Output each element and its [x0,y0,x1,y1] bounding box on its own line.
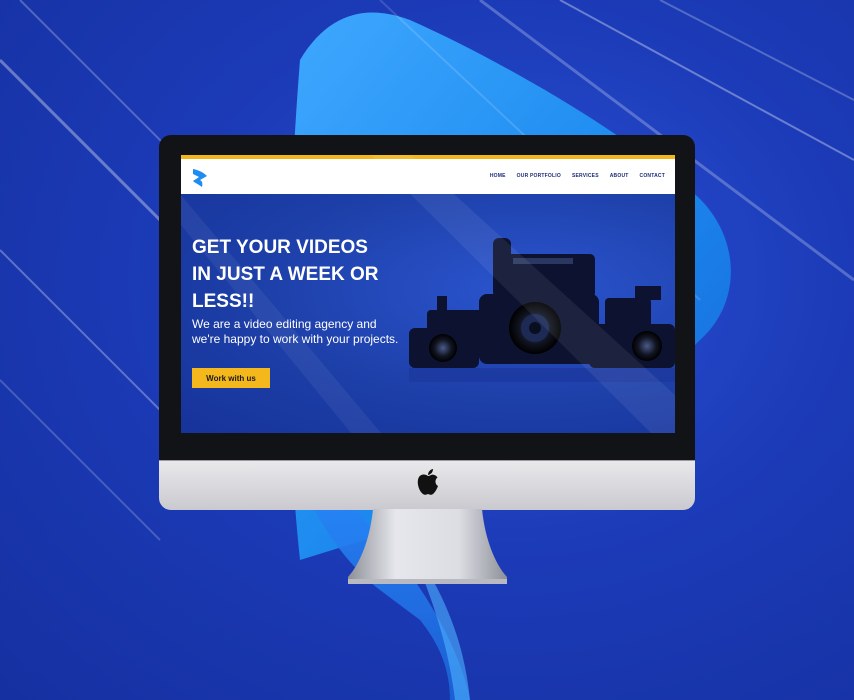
nav-services[interactable]: SERVICES [572,173,599,179]
nav-our-portfolio[interactable]: OUR PORTFOLIO [517,173,561,179]
monitor-stand [348,509,507,584]
work-with-us-button[interactable]: Work with us [192,368,270,388]
headline-line-3: LESS!! [192,291,255,312]
subtext-line-1: We are a video editing agency and [192,317,377,331]
headline-line-1: GET YOUR VIDEOS [192,237,368,258]
hero-headline: GET YOUR VIDEOS IN JUST A WEEK OR LESS!! [192,234,422,315]
headline-line-2: IN JUST A WEEK OR [192,264,379,285]
site-header: HOME OUR PORTFOLIO SERVICES ABOUT CONTAC… [181,159,675,194]
subtext-line-2: we're happy to work with your projects. [192,332,399,346]
video-cameras-image [409,238,675,382]
nav-home[interactable]: HOME [490,173,506,179]
nav-about[interactable]: ABOUT [610,173,629,179]
website-screen: HOME OUR PORTFOLIO SERVICES ABOUT CONTAC… [181,155,675,433]
nav-contact[interactable]: CONTACT [640,173,665,179]
main-nav: HOME OUR PORTFOLIO SERVICES ABOUT CONTAC… [490,173,665,179]
hero-subtext: We are a video editing agency and we're … [192,317,432,347]
apple-logo-icon [417,469,438,495]
hero-section: GET YOUR VIDEOS IN JUST A WEEK OR LESS!!… [181,194,675,433]
play-arrow-logo-icon[interactable] [192,168,208,188]
